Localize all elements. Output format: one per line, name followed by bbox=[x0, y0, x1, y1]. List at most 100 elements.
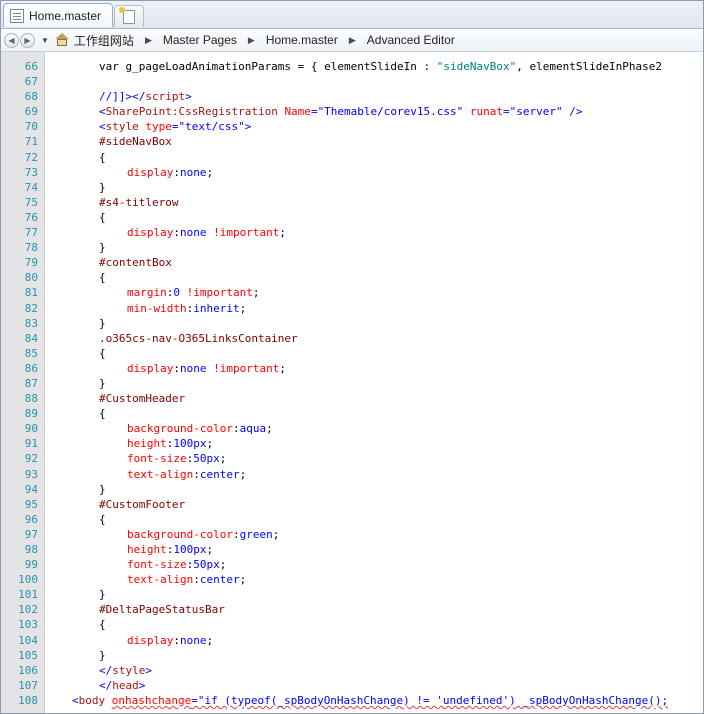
code-token: : bbox=[173, 226, 180, 240]
code-token: display bbox=[127, 226, 174, 240]
code-token: < bbox=[72, 693, 79, 707]
code-token: style bbox=[112, 663, 146, 677]
breadcrumb-item-advanced-editor[interactable]: Advanced Editor bbox=[365, 33, 457, 47]
code-token: 50px bbox=[193, 558, 220, 572]
code-token: > bbox=[145, 663, 152, 677]
code-line[interactable]: 99 font-size:50px; bbox=[1, 557, 703, 572]
code-line[interactable]: 96 { bbox=[1, 512, 703, 527]
code-line[interactable]: 107 </head> bbox=[1, 678, 703, 693]
code-text: <style type="text/css"> bbox=[99, 119, 251, 134]
code-token: } bbox=[99, 588, 106, 602]
code-text: { bbox=[99, 617, 106, 632]
code-line[interactable]: 81 margin:0 !important; bbox=[1, 285, 703, 300]
code-token: "text/css" bbox=[178, 120, 245, 134]
breadcrumb-item-master-pages[interactable]: Master Pages bbox=[161, 33, 239, 47]
line-number: 93 bbox=[24, 467, 38, 481]
line-number: 80 bbox=[24, 271, 38, 285]
code-token: } bbox=[99, 648, 106, 662]
line-number: 97 bbox=[24, 527, 38, 541]
code-line[interactable]: 89 { bbox=[1, 406, 703, 421]
forward-button[interactable]: ▶ bbox=[20, 32, 35, 48]
line-number: 72 bbox=[24, 150, 38, 164]
code-token: display bbox=[127, 361, 174, 375]
new-tab-button[interactable] bbox=[114, 5, 144, 27]
code-text: } bbox=[99, 648, 106, 663]
code-line[interactable]: 91 height:100px; bbox=[1, 436, 703, 451]
code-text: height:100px; bbox=[127, 436, 213, 451]
code-line[interactable]: 105} bbox=[1, 648, 703, 663]
code-token: } bbox=[99, 482, 106, 496]
code-line[interactable]: 104 display:none; bbox=[1, 633, 703, 648]
code-line[interactable]: 68 //]]></script> bbox=[1, 89, 703, 104]
code-line[interactable]: 83} bbox=[1, 316, 703, 331]
breadcrumb-item-home-master[interactable]: Home.master bbox=[264, 33, 340, 47]
tab-home-master[interactable]: Home.master bbox=[3, 3, 113, 27]
code-line[interactable]: 77 display:none !important; bbox=[1, 225, 703, 240]
code-line[interactable]: 69 <SharePoint:CssRegistration Name="Them… bbox=[1, 104, 703, 119]
code-line[interactable]: 103 { bbox=[1, 617, 703, 632]
line-number: 66 bbox=[24, 60, 38, 73]
code-line[interactable]: 101} bbox=[1, 587, 703, 602]
code-token: { bbox=[99, 618, 106, 632]
code-editor[interactable]: 66 var g_pageLoadAnimationParams = { elem… bbox=[1, 52, 703, 713]
line-number: 70 bbox=[24, 120, 38, 134]
home-icon[interactable] bbox=[54, 33, 70, 47]
code-line[interactable]: 102 #DeltaPageStatusBar bbox=[1, 602, 703, 617]
code-line[interactable]: 88 #CustomHeader bbox=[1, 391, 703, 406]
code-line[interactable]: 70 <style type="text/css"> bbox=[1, 119, 703, 134]
tab-label: Home.master bbox=[29, 8, 102, 23]
code-token: display bbox=[127, 633, 174, 647]
line-number: 85 bbox=[24, 346, 38, 360]
code-line[interactable]: 87} bbox=[1, 376, 703, 391]
code-line[interactable]: 86 display:none !important; bbox=[1, 361, 703, 376]
code-token: type bbox=[145, 120, 172, 134]
code-line[interactable]: 97 background-color:green; bbox=[1, 527, 703, 542]
code-text: <SharePoint:CssRegistration Name="Themab… bbox=[99, 104, 583, 119]
code-line[interactable]: 95 #CustomFooter bbox=[1, 497, 703, 512]
code-line[interactable]: 98 height:100px; bbox=[1, 542, 703, 557]
code-line[interactable]: 93 text-align:center; bbox=[1, 467, 703, 482]
code-line[interactable]: 76 { bbox=[1, 210, 703, 225]
code-line[interactable]: 108 <body onhashchange="if (typeof(_spBod… bbox=[1, 693, 703, 708]
code-token: ; bbox=[206, 543, 214, 556]
code-line[interactable]: 75 #s4-titlerow bbox=[1, 195, 703, 210]
code-token: #s4-titlerow bbox=[99, 195, 179, 209]
code-line[interactable]: 106 </style> bbox=[1, 663, 703, 678]
code-line[interactable]: 67 bbox=[1, 74, 703, 89]
code-line[interactable]: 72 { bbox=[1, 150, 703, 165]
code-line[interactable]: 78} bbox=[1, 240, 703, 255]
code-line[interactable]: 90 background-color:aqua; bbox=[1, 421, 703, 436]
chevron-right-icon[interactable]: ▶ bbox=[248, 35, 255, 46]
code-line[interactable]: 84 .o365cs-nav-O365LinksContainer bbox=[1, 331, 703, 346]
code-line[interactable]: 74} bbox=[1, 180, 703, 195]
line-number: 67 bbox=[24, 75, 38, 89]
code-text: display:none; bbox=[127, 633, 213, 648]
code-text: background-color:aqua; bbox=[127, 421, 273, 436]
code-line[interactable]: 66 var g_pageLoadAnimationParams = { elem… bbox=[1, 59, 703, 74]
code-token: text-align bbox=[127, 573, 194, 587]
code-line[interactable]: 100 text-align:center; bbox=[1, 572, 703, 587]
chevron-right-icon[interactable]: ▶ bbox=[349, 35, 356, 46]
code-line[interactable]: 92 font-size:50px; bbox=[1, 451, 703, 466]
breadcrumb-item-site[interactable]: 工作组网站 bbox=[72, 32, 136, 49]
code-token: #sideNavBox bbox=[99, 135, 172, 149]
line-number: 76 bbox=[24, 210, 38, 224]
code-token: = bbox=[171, 120, 179, 134]
back-button[interactable]: ◀ bbox=[4, 32, 19, 48]
history-dropdown-icon[interactable]: ▼ bbox=[41, 36, 49, 45]
code-token: : bbox=[173, 361, 180, 375]
code-line[interactable]: 80 { bbox=[1, 270, 703, 285]
code-text: } bbox=[99, 316, 106, 331]
code-token: = bbox=[191, 693, 198, 707]
code-token: none bbox=[179, 165, 207, 179]
code-line[interactable]: 73 display:none; bbox=[1, 165, 703, 180]
code-line[interactable]: 82 min-width:inherit; bbox=[1, 301, 703, 316]
new-tab-icon bbox=[119, 7, 135, 24]
code-line[interactable]: 85 { bbox=[1, 346, 703, 361]
code-token: onhashchange bbox=[111, 693, 192, 707]
code-line[interactable]: 71 #sideNavBox bbox=[1, 134, 703, 149]
chevron-right-icon[interactable]: ▶ bbox=[145, 35, 152, 46]
code-token: ; bbox=[219, 558, 227, 572]
code-line[interactable]: 94} bbox=[1, 482, 703, 497]
code-line[interactable]: 79 #contentBox bbox=[1, 255, 703, 270]
